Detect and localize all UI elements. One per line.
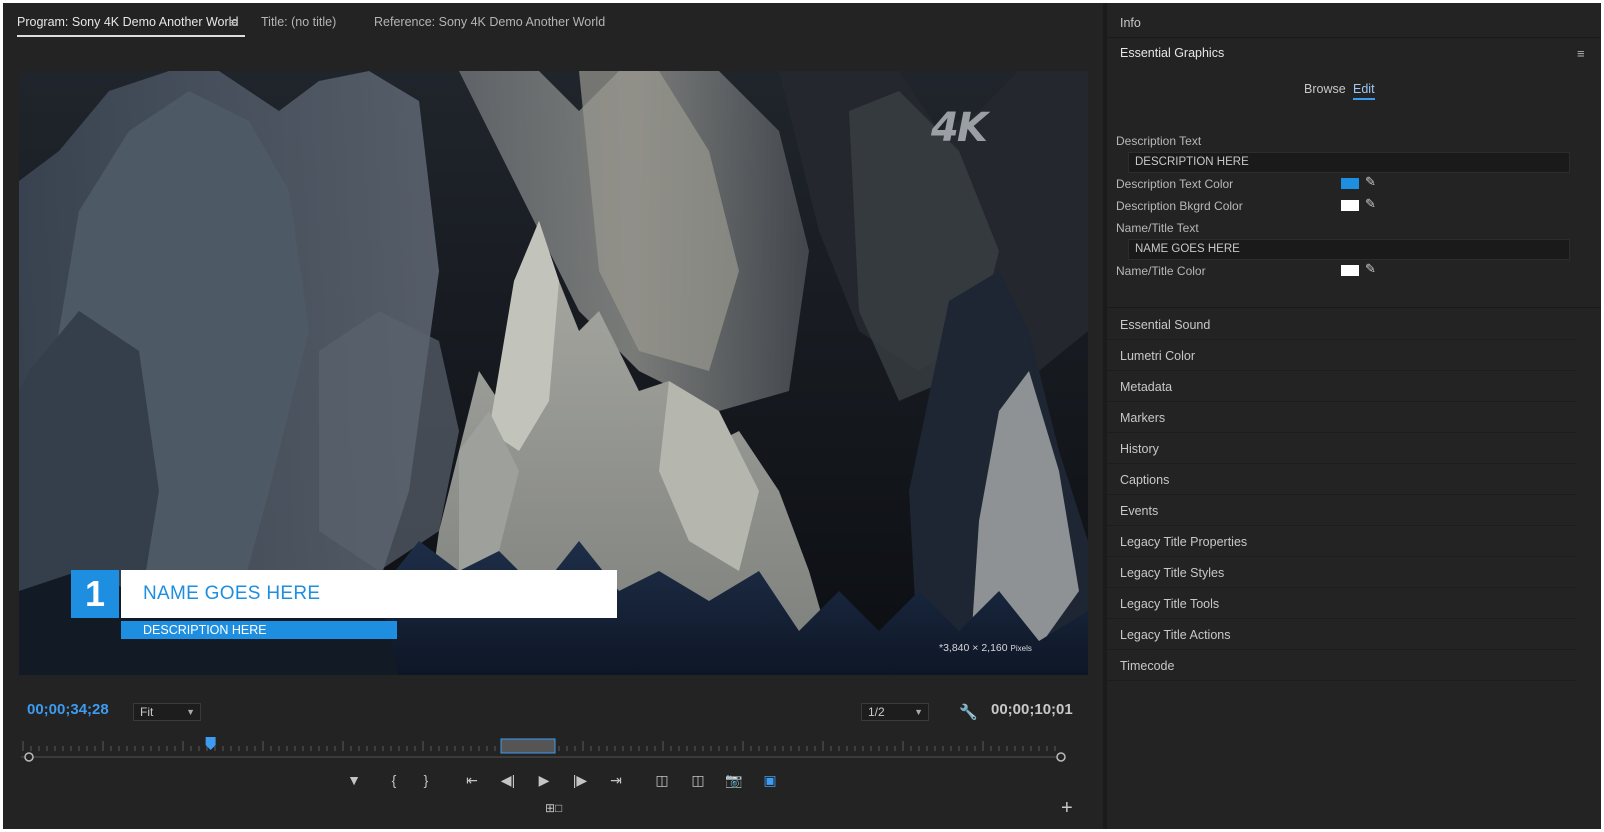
settings-wrench-icon[interactable]: 🔧 <box>959 703 978 721</box>
program-monitor: Program: Sony 4K Demo Another World ≡ Ti… <box>3 3 1103 829</box>
4k-logo: 4K <box>931 105 988 151</box>
panel-legacy-title-tools[interactable]: Legacy Title Tools <box>1107 588 1577 619</box>
transport-controls: ▼ { } ⇤ ◀​| ▶ |▶ ⇥ ◫ ◫ 📷 ▣ <box>3 767 1103 797</box>
panel-markers[interactable]: Markers <box>1107 402 1577 433</box>
panel-events[interactable]: Events <box>1107 495 1577 526</box>
separator <box>1107 307 1601 308</box>
edit-tab-underline <box>1353 98 1375 100</box>
export-frame-icon[interactable]: 📷 <box>721 767 747 793</box>
resolution-info: *3,840 × 2,160 Pixels <box>939 642 1032 654</box>
panel-legacy-title-styles[interactable]: Legacy Title Styles <box>1107 557 1577 588</box>
eyedropper-icon[interactable]: ✎ <box>1365 196 1376 212</box>
eyedropper-icon[interactable]: ✎ <box>1365 174 1376 190</box>
chevron-down-icon: ▼ <box>186 707 195 717</box>
panel-label: Timecode <box>1120 659 1175 673</box>
program-panel-menu-icon[interactable]: ≡ <box>229 15 237 30</box>
panel-history[interactable]: History <box>1107 433 1577 464</box>
panel-label: History <box>1120 442 1159 456</box>
description-text-color-swatch[interactable] <box>1341 178 1359 189</box>
step-forward-icon[interactable]: |▶ <box>567 767 593 793</box>
panel-lumetri-color[interactable]: Lumetri Color <box>1107 340 1577 371</box>
resolution-unit: Pixels <box>1010 644 1032 653</box>
monitor-tab-bar: Program: Sony 4K Demo Another World ≡ Ti… <box>3 3 1103 41</box>
panel-label: Lumetri Color <box>1120 349 1196 363</box>
comparison-view-icon[interactable]: ▣ <box>757 767 783 793</box>
button-editor-plus-icon[interactable]: + <box>1061 797 1073 820</box>
panel-label: Legacy Title Actions <box>1120 628 1231 642</box>
lower-third-description[interactable]: DESCRIPTION HERE <box>121 621 397 639</box>
description-text-label: Description Text <box>1116 134 1202 148</box>
panel-label: Essential Sound <box>1120 318 1211 332</box>
panel-legacy-title-properties[interactable]: Legacy Title Properties <box>1107 526 1577 557</box>
name-title-text-field[interactable]: NAME GOES HERE <box>1128 239 1570 260</box>
go-to-out-icon[interactable]: ⇥ <box>603 767 629 793</box>
tab-reference[interactable]: Reference: Sony 4K Demo Another World <box>374 15 605 29</box>
extract-icon[interactable]: ◫ <box>685 767 711 793</box>
panel-label: Legacy Title Tools <box>1120 597 1220 611</box>
tab-edit[interactable]: Edit <box>1353 82 1375 96</box>
mark-in-icon[interactable]: { <box>381 767 407 793</box>
multi-camera-icon[interactable]: ⊞□ <box>545 801 562 815</box>
active-tab-underline <box>17 35 245 37</box>
panel-label: Events <box>1120 504 1159 518</box>
lower-third-name[interactable]: NAME GOES HERE <box>121 570 617 618</box>
panel-label: Legacy Title Properties <box>1120 535 1248 549</box>
lower-third-number[interactable]: 1 <box>71 570 119 618</box>
lift-icon[interactable]: ◫ <box>649 767 675 793</box>
zoom-level-select[interactable]: Fit ▼ <box>133 703 201 721</box>
marker-icon[interactable]: ▼ <box>341 767 367 793</box>
panel-label: Captions <box>1120 473 1170 487</box>
playback-resolution-value: 1/2 <box>868 705 885 719</box>
tab-browse[interactable]: Browse <box>1304 82 1346 96</box>
panel-timecode[interactable]: Timecode <box>1107 650 1577 681</box>
eyedropper-icon[interactable]: ✎ <box>1365 261 1376 277</box>
panel-essential-sound[interactable]: Essential Sound <box>1107 309 1577 340</box>
step-back-icon[interactable]: ◀​| <box>495 767 521 793</box>
essential-graphics-menu-icon[interactable]: ≡ <box>1577 46 1585 61</box>
separator <box>1107 37 1601 38</box>
panel-label: Metadata <box>1120 380 1173 394</box>
play-icon[interactable]: ▶ <box>531 767 557 793</box>
name-title-color-swatch[interactable] <box>1341 265 1359 276</box>
tab-program[interactable]: Program: Sony 4K Demo Another World <box>17 15 238 29</box>
duration-timecode: 00;00;10;01 <box>991 701 1073 718</box>
zoom-handle-left[interactable] <box>24 752 34 762</box>
premiere-window: Program: Sony 4K Demo Another World ≡ Ti… <box>3 3 1601 829</box>
chevron-down-icon: ▼ <box>914 707 923 717</box>
playback-resolution-select[interactable]: 1/2 ▼ <box>861 703 929 721</box>
tab-title[interactable]: Title: (no title) <box>261 15 336 29</box>
description-color-label: Description Text Color <box>1116 177 1234 191</box>
description-bkgrd-label: Description Bkgrd Color <box>1116 199 1243 213</box>
name-title-color-label: Name/Title Color <box>1116 264 1206 278</box>
resolution-value: *3,840 × 2,160 <box>939 642 1008 654</box>
go-to-in-icon[interactable]: ⇤ <box>459 767 485 793</box>
description-text-field[interactable]: DESCRIPTION HERE <box>1128 152 1570 173</box>
zoom-level-value: Fit <box>140 705 154 719</box>
playhead-timecode[interactable]: 00;00;34;28 <box>27 701 109 718</box>
panel-captions[interactable]: Captions <box>1107 464 1577 495</box>
panel-label: Markers <box>1120 411 1166 425</box>
panel-label: Legacy Title Styles <box>1120 566 1225 580</box>
panel-legacy-title-actions[interactable]: Legacy Title Actions <box>1107 619 1577 650</box>
panel-metadata[interactable]: Metadata <box>1107 371 1577 402</box>
description-bkgrd-color-swatch[interactable] <box>1341 200 1359 211</box>
work-area-bar[interactable] <box>500 738 556 754</box>
essential-graphics-title[interactable]: Essential Graphics <box>1120 46 1224 60</box>
right-panel-group: Info Essential Graphics ≡ Browse Edit De… <box>1107 3 1601 829</box>
video-frame[interactable]: 4K 1 NAME GOES HERE DESCRIPTION HERE *3,… <box>19 71 1088 675</box>
time-ruler[interactable] <box>21 735 1087 765</box>
mark-out-icon[interactable]: } <box>413 767 439 793</box>
info-panel-title[interactable]: Info <box>1120 16 1141 30</box>
zoom-handle-right[interactable] <box>1056 752 1066 762</box>
name-title-text-label: Name/Title Text <box>1116 221 1199 235</box>
